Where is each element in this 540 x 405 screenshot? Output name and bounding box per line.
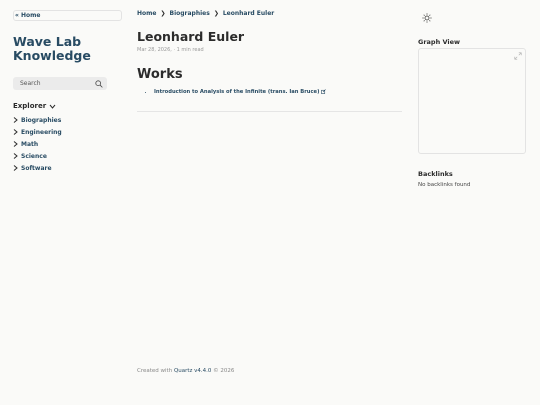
section-heading-works: Works: [137, 67, 183, 82]
breadcrumb-separator: ❯: [160, 10, 166, 17]
list-item: Introduction to Analysis of the Infinite…: [154, 89, 402, 95]
chevron-right-icon: [13, 117, 18, 123]
breadcrumb: Home ❯ Biographies ❯ Leonhard Euler: [137, 10, 402, 17]
quartz-link[interactable]: Quartz v4.4.0: [174, 368, 212, 374]
external-link-icon: [321, 89, 327, 94]
explorer-tree: Biographies Engineering Math Science Sof…: [13, 114, 123, 174]
page-meta: Mar 28, 2026, · 1 min read: [137, 47, 204, 53]
tree-item-label: Software: [21, 164, 52, 172]
home-link[interactable]: « Home: [13, 10, 122, 21]
footer-suffix: © 2026: [211, 368, 235, 374]
chevron-right-icon: [13, 153, 18, 159]
site-title[interactable]: Wave Lab Knowledge: [13, 35, 123, 63]
breadcrumb-current[interactable]: Leonhard Euler: [223, 10, 274, 17]
graph-view-canvas[interactable]: [418, 48, 526, 154]
explorer-label: Explorer: [13, 102, 47, 110]
divider: [137, 111, 402, 112]
chevron-right-icon: [13, 141, 18, 147]
breadcrumb-home[interactable]: Home: [137, 10, 156, 17]
tree-item-label: Biographies: [21, 116, 62, 124]
breadcrumb-biographies[interactable]: Biographies: [170, 10, 210, 17]
page-title: Leonhard Euler: [137, 29, 245, 44]
sun-icon[interactable]: [422, 13, 432, 23]
footer: Created with Quartz v4.4.0 © 2026: [137, 368, 234, 374]
tree-item-software[interactable]: Software: [13, 162, 123, 174]
chevron-down-icon: [49, 104, 56, 109]
tree-item-label: Math: [21, 140, 39, 148]
tree-item-science[interactable]: Science: [13, 150, 123, 162]
tree-item-label: Engineering: [21, 128, 62, 136]
tree-item-label: Science: [21, 152, 47, 160]
search-icon: [95, 80, 103, 88]
tree-item-biographies[interactable]: Biographies: [13, 114, 123, 126]
works-list: Introduction to Analysis of the Infinite…: [137, 89, 402, 95]
backlinks-empty: No backlinks found: [418, 182, 471, 188]
tree-item-math[interactable]: Math: [13, 138, 123, 150]
tree-item-engineering[interactable]: Engineering: [13, 126, 123, 138]
main-content: Home ❯ Biographies ❯ Leonhard Euler Leon…: [137, 10, 402, 112]
breadcrumb-separator: ❯: [213, 10, 219, 17]
site-title-line2: Knowledge: [13, 48, 91, 63]
right-sidebar: Graph View Backlinks No backlinks found: [418, 8, 528, 188]
graph-view-title: Graph View: [418, 38, 461, 46]
work-link[interactable]: Introduction to Analysis of the Infinite…: [154, 89, 319, 95]
search-placeholder: Search: [20, 80, 41, 87]
chevron-right-icon: [13, 165, 18, 171]
site-title-line1: Wave Lab: [13, 34, 82, 49]
search-input[interactable]: Search: [13, 77, 107, 90]
chevron-right-icon: [13, 129, 18, 135]
backlinks-title: Backlinks: [418, 170, 453, 178]
explorer-toggle[interactable]: Explorer: [13, 102, 123, 110]
left-sidebar: « Home Wave Lab Knowledge Search Explore…: [13, 10, 123, 174]
footer-prefix: Created with: [137, 368, 174, 374]
expand-icon[interactable]: [514, 52, 522, 60]
